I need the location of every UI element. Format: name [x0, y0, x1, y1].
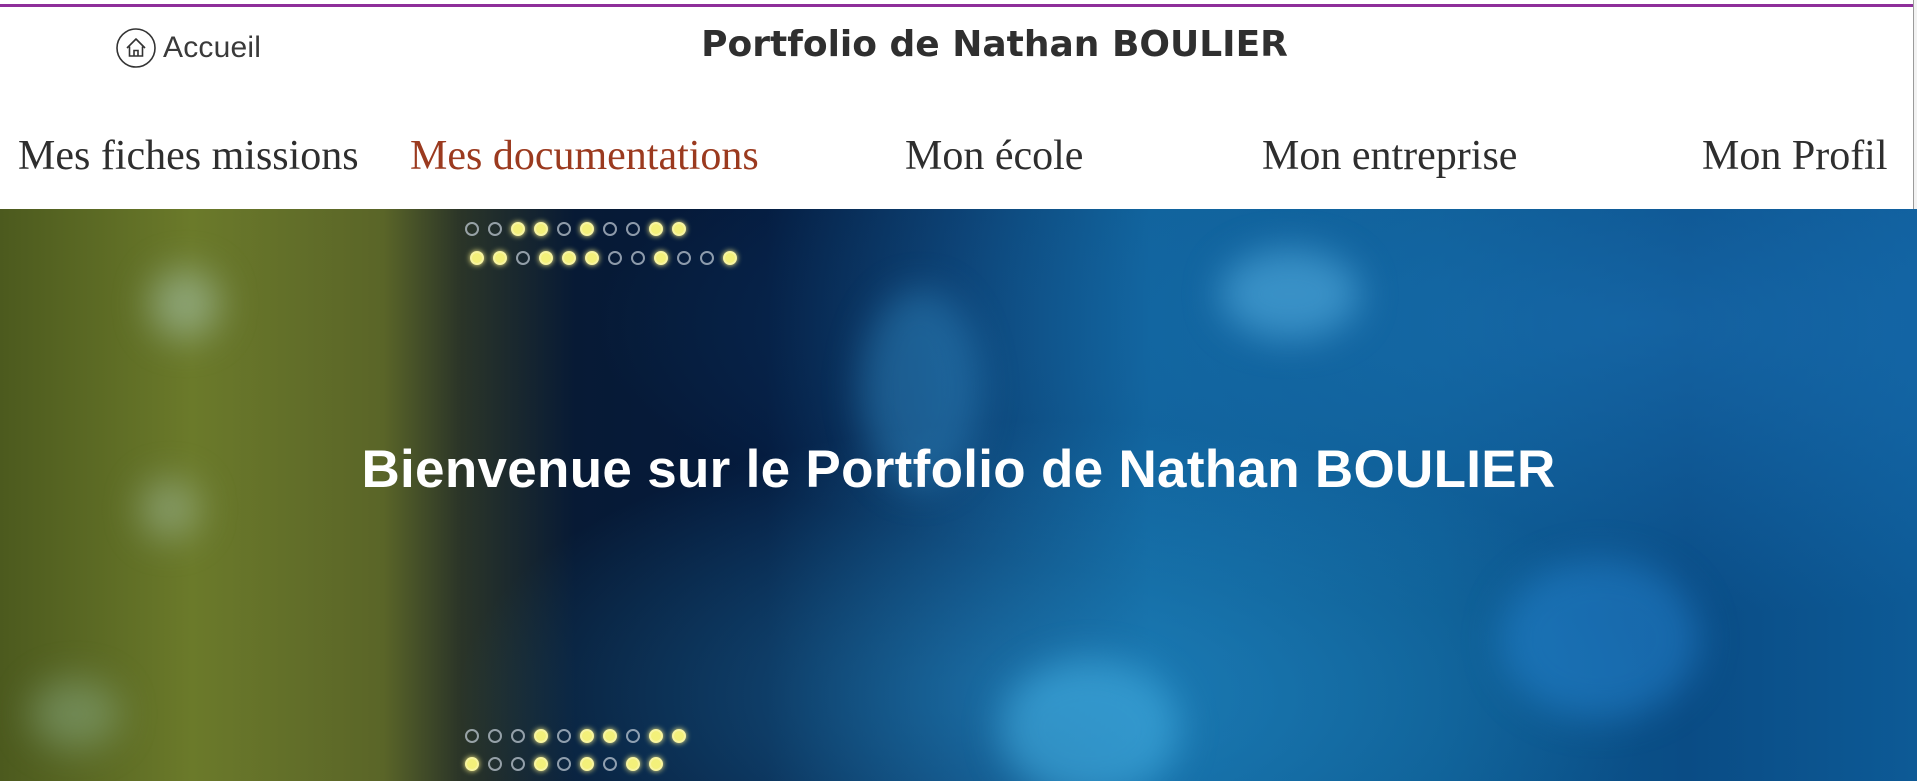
- led-indicator: [672, 729, 686, 743]
- led-indicator: [626, 222, 640, 236]
- nav-item-documentations[interactable]: Mes documentations: [410, 132, 759, 180]
- main-nav: Mes fiches missions Mes documentations M…: [0, 132, 1917, 192]
- led-indicator: [603, 757, 617, 771]
- site-title: Portfolio de Nathan BOULIER: [701, 24, 1288, 65]
- led-indicator: [723, 251, 737, 265]
- led-indicator: [654, 251, 668, 265]
- led-indicator: [580, 757, 594, 771]
- led-indicator: [465, 757, 479, 771]
- led-indicator: [534, 729, 548, 743]
- top-accent-line: [0, 4, 1917, 7]
- led-indicator: [608, 251, 622, 265]
- led-indicator: [539, 251, 553, 265]
- page: Accueil Portfolio de Nathan BOULIER Mes …: [0, 0, 1917, 781]
- led-indicator: [557, 729, 571, 743]
- led-indicator: [631, 251, 645, 265]
- led-indicator: [488, 757, 502, 771]
- led-indicator: [677, 251, 691, 265]
- hero-banner: Bienvenue sur le Portfolio de Nathan BOU…: [0, 209, 1917, 781]
- network-switch-leds: [465, 222, 686, 236]
- led-indicator: [603, 729, 617, 743]
- nav-item-fiches-missions[interactable]: Mes fiches missions: [18, 132, 359, 180]
- led-indicator: [511, 757, 525, 771]
- nav-item-ecole[interactable]: Mon école: [905, 132, 1083, 180]
- hero-title: Bienvenue sur le Portfolio de Nathan BOU…: [361, 440, 1556, 499]
- led-indicator: [493, 251, 507, 265]
- nav-item-entreprise[interactable]: Mon entreprise: [1262, 132, 1517, 180]
- led-indicator: [511, 222, 525, 236]
- led-indicator: [649, 729, 663, 743]
- led-indicator: [470, 251, 484, 265]
- hero-background-blur: [30, 679, 120, 749]
- hero-background-blur: [150, 269, 220, 339]
- led-indicator: [534, 222, 548, 236]
- led-indicator: [603, 222, 617, 236]
- led-indicator: [557, 222, 571, 236]
- led-indicator: [516, 251, 530, 265]
- led-indicator: [585, 251, 599, 265]
- led-indicator: [626, 757, 640, 771]
- led-indicator: [649, 757, 663, 771]
- led-indicator: [534, 757, 548, 771]
- network-switch-leds: [465, 729, 686, 743]
- led-indicator: [465, 222, 479, 236]
- led-indicator: [700, 251, 714, 265]
- network-switch-leds: [465, 757, 663, 771]
- hero-background-blur: [1220, 249, 1360, 339]
- led-indicator: [562, 251, 576, 265]
- led-indicator: [488, 222, 502, 236]
- led-indicator: [580, 222, 594, 236]
- led-indicator: [672, 222, 686, 236]
- led-indicator: [488, 729, 502, 743]
- led-indicator: [557, 757, 571, 771]
- led-indicator: [626, 729, 640, 743]
- hero-background-blur: [1000, 659, 1180, 781]
- nav-item-profil[interactable]: Mon Profil: [1702, 132, 1888, 180]
- hero-background-blur: [1500, 559, 1700, 719]
- led-indicator: [580, 729, 594, 743]
- network-switch-leds: [470, 251, 737, 265]
- led-indicator: [465, 729, 479, 743]
- led-indicator: [511, 729, 525, 743]
- led-indicator: [649, 222, 663, 236]
